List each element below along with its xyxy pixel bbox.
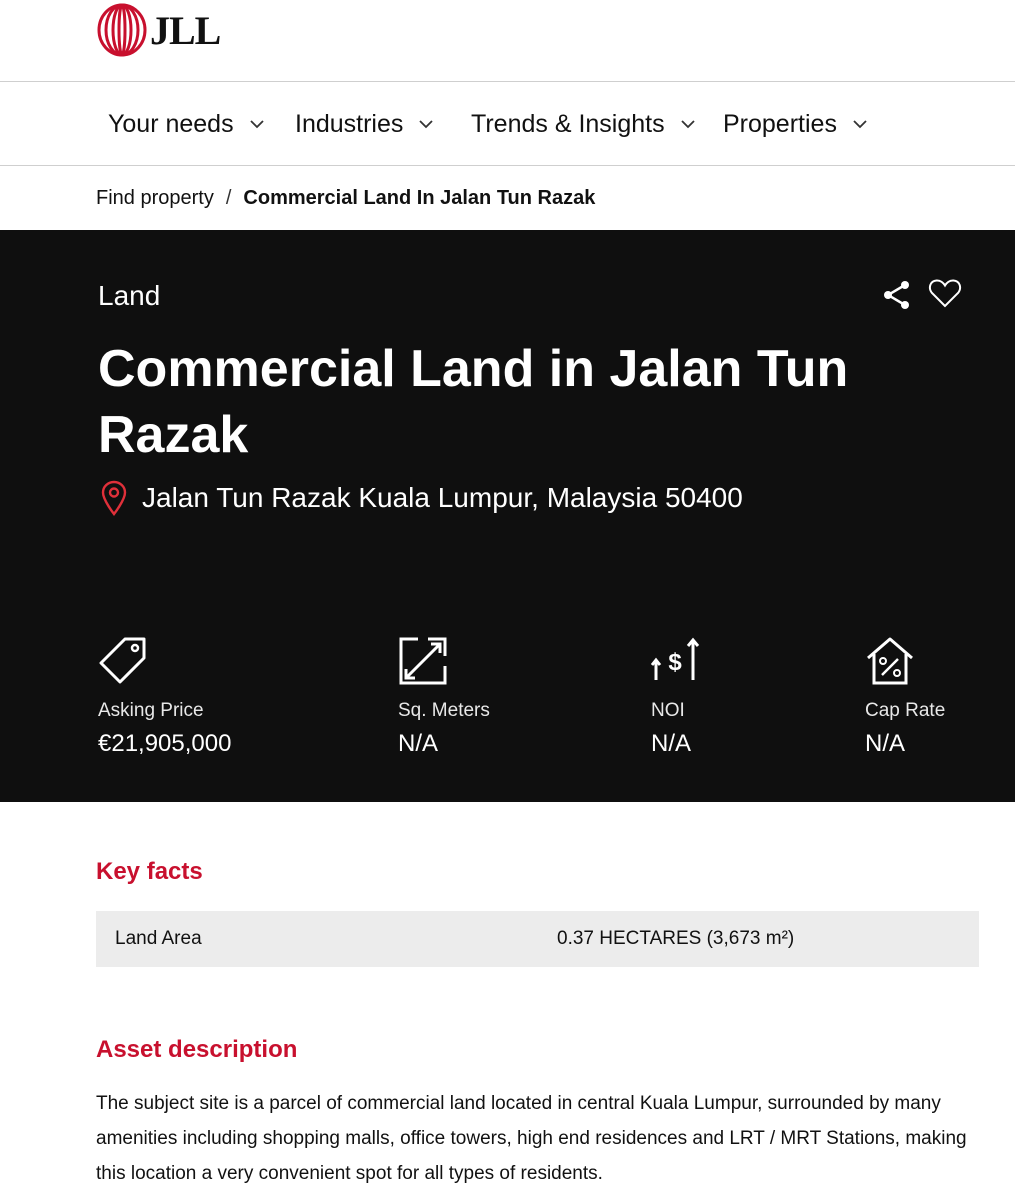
heart-icon[interactable] (928, 276, 962, 310)
nav-trends-insights[interactable]: Trends & Insights (471, 82, 697, 166)
stat-value: N/A (398, 730, 439, 757)
chevron-down-icon (680, 120, 695, 129)
stat-value: N/A (651, 730, 692, 757)
stat-cap-rate: Cap Rate N/A (865, 636, 945, 758)
stat-label: NOI (651, 700, 685, 721)
site-header: JLL (0, 0, 1015, 82)
property-title: Commercial Land in Jalan Tun Razak (98, 340, 849, 464)
stat-noi: $ NOI N/A (651, 636, 701, 758)
property-address: Jalan Tun Razak Kuala Lumpur, Malaysia 5… (142, 482, 743, 513)
chevron-down-icon (249, 120, 264, 129)
resize-arrows-icon (399, 637, 447, 685)
nav-item-label: Properties (723, 109, 837, 138)
asset-description-text: The subject site is a parcel of commerci… (96, 1093, 967, 1184)
map-pin-icon (101, 480, 127, 516)
nav-industries[interactable]: Industries (295, 82, 435, 166)
stat-label: Cap Rate (865, 700, 946, 721)
main-nav: Your needs Industries Trends & Insights … (0, 82, 1015, 166)
asset-description-heading: Asset description (96, 1036, 298, 1063)
nav-item-label: Industries (295, 109, 404, 138)
price-tag-icon (99, 637, 146, 684)
stat-sq-meters: Sq. Meters N/A (398, 636, 490, 758)
property-hero: Land Commercial Land in Jalan Tun Razak … (0, 230, 1015, 802)
stat-label: Sq. Meters (398, 700, 490, 721)
chevron-down-icon (853, 120, 867, 129)
dollar-up-icon: $ (651, 637, 700, 680)
house-percent-icon (867, 637, 913, 685)
nav-item-label: Your needs (108, 109, 234, 138)
logo-text: JLL (150, 7, 221, 53)
jll-logo-mark-icon (97, 3, 147, 57)
stat-label: Asking Price (98, 700, 204, 721)
key-facts-heading: Key facts (96, 858, 203, 885)
property-type: Land (98, 280, 161, 311)
breadcrumb-current: Commercial Land In Jalan Tun Razak (243, 186, 596, 209)
jll-logo[interactable]: JLL (96, 2, 226, 58)
breadcrumb: Find property / Commercial Land In Jalan… (96, 166, 595, 230)
nav-item-label: Trends & Insights (471, 109, 665, 138)
key-fact-key: Land Area (115, 928, 202, 949)
key-fact-value: 0.37 HECTARES (3,673 m²) (557, 928, 795, 949)
key-facts-row-land-area: Land Area 0.37 HECTARES (3,673 m²) (96, 911, 979, 967)
nav-your-needs[interactable]: Your needs (108, 82, 266, 166)
stat-asking-price: Asking Price €21,905,000 (98, 636, 231, 758)
svg-text:$: $ (668, 649, 682, 676)
chevron-down-icon (419, 120, 434, 129)
address-row: Jalan Tun Razak Kuala Lumpur, Malaysia 5… (100, 480, 743, 516)
nav-properties[interactable]: Properties (723, 82, 869, 166)
share-icon[interactable] (880, 278, 914, 312)
breadcrumb-find-property-link[interactable]: Find property (96, 187, 214, 210)
stat-value: €21,905,000 (98, 730, 232, 757)
stat-value: N/A (865, 730, 906, 757)
breadcrumb-separator: / (225, 186, 232, 209)
